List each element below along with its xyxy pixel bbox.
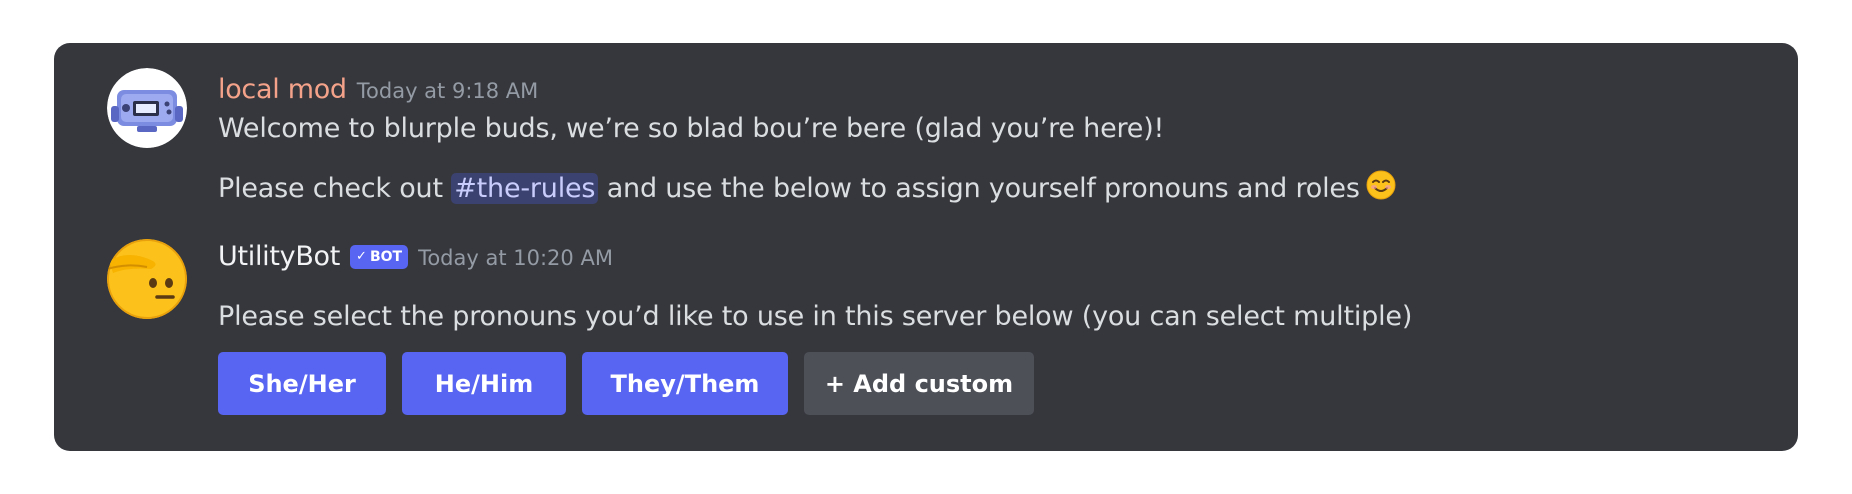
local-mod-header: local mod Today at 9:18 AM — [218, 74, 538, 105]
message-text: Welcome to blurple buds, we’re so blad b… — [218, 113, 1164, 144]
channel-mention[interactable]: #the-rules — [451, 173, 599, 204]
author-name[interactable]: local mod — [218, 74, 347, 105]
timestamp: Today at 10:20 AM — [418, 246, 613, 270]
message-line: Please select the pronouns you’d like to… — [218, 301, 1413, 332]
bot-tag-label: BOT — [369, 248, 403, 265]
message-text: Please select the pronouns you’d like to… — [218, 301, 1412, 332]
timestamp: Today at 9:18 AM — [356, 79, 539, 103]
message-text-after: and use the below to assign yourself pro… — [598, 173, 1360, 204]
local-mod-avatar[interactable] — [107, 68, 187, 148]
message-text-before: Please check out — [218, 173, 452, 204]
smiling-face-emoji-icon — [1366, 170, 1396, 207]
checkmark-icon: ✓ — [356, 249, 367, 264]
add-custom-button[interactable]: + Add custom — [804, 352, 1034, 415]
message-text: Please check out #the-rules and use the … — [218, 170, 1396, 207]
utilitybot-avatar[interactable] — [107, 239, 187, 319]
pronoun-button-she-her[interactable]: She/Her — [218, 352, 386, 415]
pronoun-button-he-him[interactable]: He/Him — [402, 352, 566, 415]
utilitybot-header: UtilityBot ✓ BOT Today at 10:20 AM — [218, 241, 613, 272]
author-name[interactable]: UtilityBot — [218, 241, 340, 272]
pronoun-button-they-them[interactable]: They/Them — [582, 352, 788, 415]
message-line: Welcome to blurple buds, we’re so blad b… — [218, 113, 1165, 144]
bot-tag-badge: ✓ BOT — [350, 244, 409, 269]
